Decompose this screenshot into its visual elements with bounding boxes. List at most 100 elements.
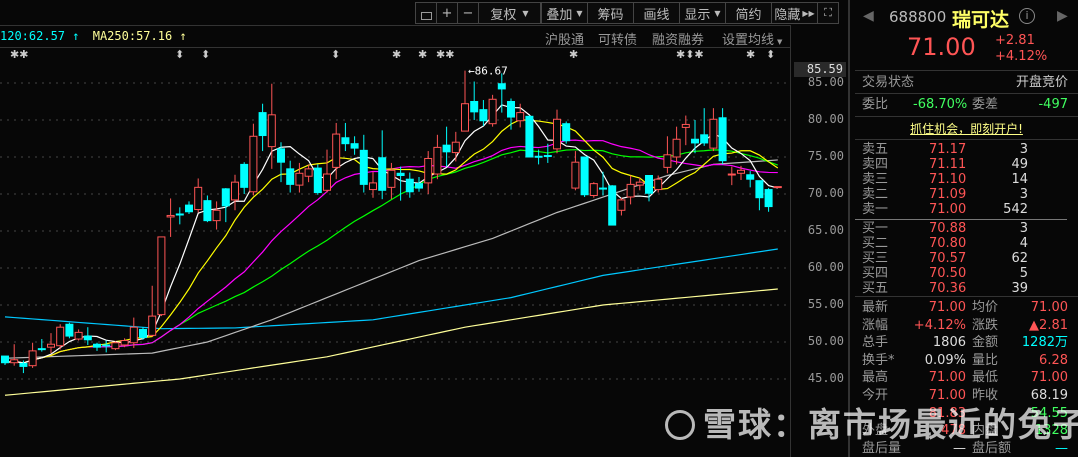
event-star-icon[interactable]: ✱⬍✱ — [676, 48, 704, 61]
stat-value: 6.28 — [1039, 352, 1068, 368]
candle-down — [599, 187, 607, 190]
candle-up — [626, 183, 635, 198]
info-icon[interactable]: i — [1019, 8, 1035, 24]
simple-button[interactable]: 简约 — [725, 2, 772, 24]
candle-up — [571, 161, 580, 189]
candle-down — [221, 188, 230, 207]
ask-level[interactable]: 卖二 71.09 3 — [855, 187, 1078, 203]
level-label: 买四 — [862, 266, 889, 281]
zoom-out-button[interactable]: − — [457, 2, 479, 24]
candle-up — [28, 350, 37, 367]
candlestick-chart[interactable]: ←86.67 — [0, 0, 790, 457]
display-dropdown[interactable]: 显示 ▼ — [679, 2, 726, 24]
divider — [855, 219, 1067, 220]
fuquan-dropdown[interactable]: 复权 ▼ — [478, 2, 541, 24]
watermark: 雪球：离市场最近的兔子 — [665, 398, 1078, 446]
level-volume: 3 — [1019, 221, 1028, 236]
event-star-icon[interactable]: ✱ — [746, 48, 755, 61]
ask-level[interactable]: 卖三 71.10 14 — [855, 172, 1078, 188]
level-volume: 49 — [1011, 157, 1028, 172]
tag-hgt[interactable]: 沪股通 — [545, 29, 584, 48]
ask-level[interactable]: 卖四 71.11 49 — [855, 157, 1078, 173]
bid-level[interactable]: 买四 70.50 5 — [855, 266, 1078, 282]
candle-down — [645, 175, 653, 194]
candle-down — [755, 180, 764, 199]
axis-divider — [790, 25, 791, 457]
candle-down — [286, 168, 295, 185]
candle-down — [470, 101, 479, 113]
candle-down — [507, 101, 515, 118]
event-info-icon[interactable]: ⬍ — [175, 48, 184, 61]
weibi-label: 委比 — [862, 97, 889, 112]
candle-up — [387, 169, 396, 188]
ask-level[interactable]: 卖五 71.17 3 — [855, 142, 1078, 158]
stat-value: 1282万 — [1021, 335, 1068, 351]
stat-label: 最高 — [862, 370, 889, 386]
hide-button[interactable]: 隐藏 ▶▶ — [771, 2, 818, 24]
level-label: 卖五 — [862, 142, 889, 157]
candle-up — [709, 118, 718, 149]
candle-down — [102, 344, 111, 347]
candle-up — [663, 154, 672, 168]
stock-code: 688800 — [889, 8, 947, 26]
prev-stock-icon[interactable]: ◀ — [863, 8, 874, 24]
event-star-icon[interactable]: ✱✱ — [436, 48, 454, 61]
fullscreen-button[interactable]: ⛶ — [817, 2, 839, 24]
stat-value: 71.00 — [1030, 370, 1068, 386]
ask-level[interactable]: 卖一 71.00 542 — [855, 202, 1078, 218]
candle-down — [277, 148, 285, 163]
stats-row: 总手 1806 金额 1282万 — [855, 335, 1078, 351]
candle-down — [240, 163, 249, 188]
candle-down — [562, 123, 571, 142]
level-price: 71.10 — [929, 172, 967, 187]
event-star-icon[interactable]: ✱✱ — [10, 48, 28, 61]
candle-up — [304, 168, 313, 177]
zoom-in-button[interactable]: + — [436, 2, 458, 24]
candle-down — [479, 109, 488, 122]
panel-divider — [848, 0, 850, 457]
candle-up — [295, 172, 304, 186]
candle-up — [74, 331, 83, 340]
lock-button[interactable] — [415, 2, 437, 24]
event-info-icon[interactable]: ⬍ — [766, 48, 775, 61]
stat-value: 71.00 — [1030, 300, 1068, 315]
chevron-down-icon: ▼ — [714, 8, 721, 18]
tag-convertible-bond[interactable]: 可转债 — [598, 29, 637, 48]
quote-panel: ◀ 688800 瑞可达 i ▶ 71.00 +2.81 +4.12% 交易状态… — [855, 0, 1078, 457]
snowball-logo-icon — [665, 410, 695, 440]
open-account-link[interactable]: 抓住机会，即刻开户! — [855, 120, 1078, 137]
candle-up — [488, 98, 497, 125]
set-ma-dropdown[interactable]: 设置均线 ▼ — [722, 29, 782, 48]
overlay-dropdown[interactable]: 叠加 ▼ — [541, 2, 588, 24]
event-star-icon[interactable]: ✱ — [418, 48, 427, 61]
event-star-icon[interactable]: ✱ — [569, 48, 578, 61]
bid-level[interactable]: 买三 70.57 62 — [855, 251, 1078, 267]
candle-up — [451, 141, 460, 154]
candle-down — [350, 143, 359, 149]
tag-margin-trading[interactable]: 融资融券 — [652, 29, 704, 48]
level-volume: 14 — [1011, 172, 1028, 187]
candle-down — [203, 200, 212, 222]
stat-label: 涨幅 — [862, 317, 889, 333]
arrow-up-icon: ↑ — [72, 29, 80, 43]
chips-button[interactable]: 筹码 — [587, 2, 634, 24]
candle-up — [47, 343, 55, 348]
candle-down — [313, 167, 322, 194]
next-stock-icon[interactable]: ▶ — [1057, 8, 1068, 24]
axis-tick-label: 60.00 — [807, 260, 844, 274]
event-info-icon[interactable]: ⬍ — [331, 48, 340, 61]
bid-level[interactable]: 买五 70.36 39 — [855, 281, 1078, 297]
event-info-icon[interactable]: ⬍ — [201, 48, 210, 61]
stats-row: 换手* 0.09% 量比 6.28 — [855, 353, 1078, 369]
bid-level[interactable]: 买二 70.80 4 — [855, 236, 1078, 252]
divider — [0, 25, 790, 26]
bid-level[interactable]: 买一 70.88 3 — [855, 221, 1078, 237]
event-star-icon[interactable]: ✱ — [392, 48, 401, 61]
candle-down — [746, 174, 755, 180]
candle-up — [635, 181, 644, 186]
draw-line-button[interactable]: 画线 — [633, 2, 680, 24]
level-label: 卖四 — [862, 157, 889, 172]
candle-down — [65, 323, 74, 337]
stat-value: 1806 — [932, 335, 966, 351]
candle-down — [93, 343, 101, 348]
